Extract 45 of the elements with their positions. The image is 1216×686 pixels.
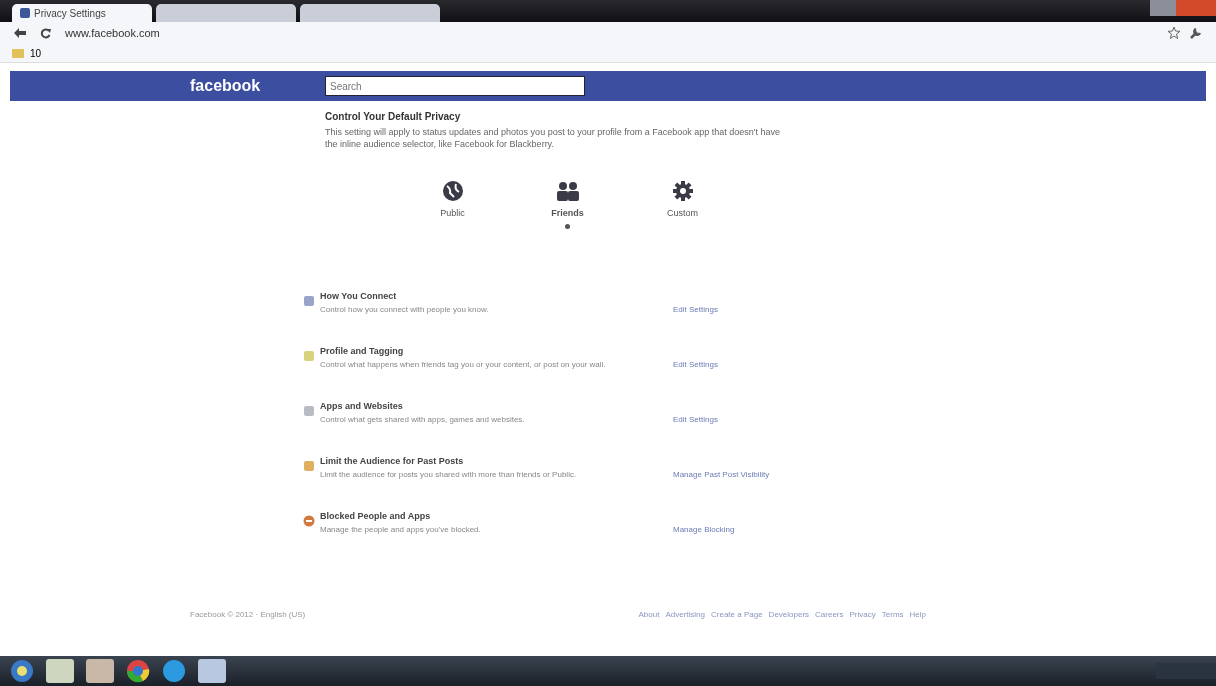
globe-icon [441, 180, 464, 202]
footer-link[interactable]: Create a Page [711, 610, 763, 619]
footer-link[interactable]: Help [909, 610, 926, 619]
settings-link[interactable]: Edit Settings [673, 291, 823, 346]
block-icon [303, 515, 315, 527]
setting-description: Control what happens when friends tag you or your content, or post on your wall. [320, 360, 607, 369]
footer-link[interactable]: Privacy [849, 610, 876, 619]
people-icon [555, 180, 580, 202]
audience-option[interactable]: Custom [645, 178, 720, 231]
setting-description: Limit the audience for posts you shared with more than friends or Public. [320, 470, 578, 479]
setting-description: Control what gets shared with apps, games and websites. [320, 415, 526, 424]
gear-icon [671, 180, 694, 202]
browser-icon[interactable] [126, 659, 150, 683]
setting-title: How You Connect [320, 291, 398, 301]
browser-tab[interactable]: Privacy Settings [12, 4, 152, 22]
footer-link[interactable]: Developers [768, 610, 810, 619]
start-icon[interactable] [10, 659, 34, 683]
description: This setting will apply to status updates and photos you post to your profile from a Facebook app that doesn't have the inline audience selector, like Facebook for Blackberry. [325, 126, 781, 150]
address-bar[interactable]: www.facebook.com [65, 27, 160, 39]
star-icon[interactable] [1168, 27, 1180, 39]
skype-icon[interactable] [162, 659, 186, 683]
settings-link[interactable]: Manage Blocking [673, 511, 823, 566]
audience-option[interactable]: Public [415, 178, 490, 231]
setting-title: Limit the Audience for Past Posts [320, 456, 465, 466]
footer-link[interactable]: About [638, 610, 660, 619]
copyright: Facebook © 2012 · English (US) [190, 610, 306, 619]
reload-icon[interactable] [40, 27, 51, 39]
setting-title: Apps and Websites [320, 401, 404, 411]
settings-link[interactable]: Manage Past Post Visibility [673, 456, 823, 511]
setting-title: Profile and Tagging [320, 346, 405, 356]
setting-title: Blocked People and Apps [320, 511, 432, 521]
bookmark[interactable]: 10 [30, 47, 42, 59]
search-field[interactable]: Search [325, 76, 585, 96]
logo[interactable]: facebook [190, 77, 325, 95]
wrench-icon[interactable] [1190, 27, 1202, 39]
back-icon[interactable] [14, 28, 26, 38]
settings-link[interactable]: Edit Settings [673, 346, 823, 401]
setting-description: Manage the people and apps you've blocked. [320, 525, 482, 534]
footer-link[interactable]: Terms [881, 610, 904, 619]
settings-link[interactable]: Edit Settings [673, 401, 823, 456]
footer-link[interactable]: Careers [815, 610, 844, 619]
footer-link[interactable]: Advertising [665, 610, 705, 619]
setting-description: Control how you connect with people you know. [320, 305, 490, 314]
audience-option[interactable]: Friends [530, 178, 605, 231]
section-title: Control Your Default Privacy [325, 111, 462, 122]
